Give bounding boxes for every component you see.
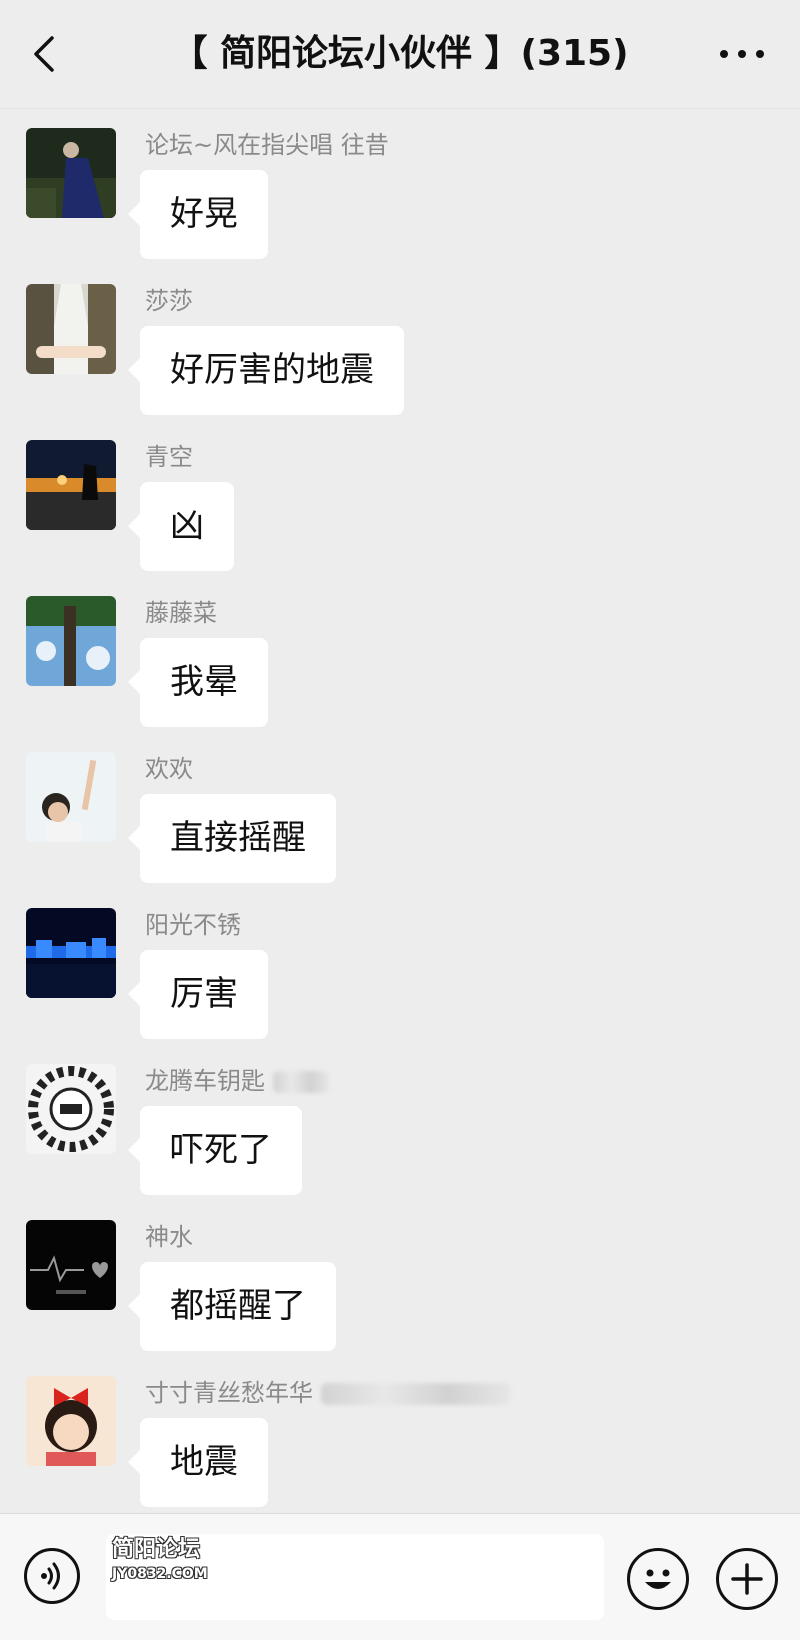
message-item: 阳光不锈 厉害: [0, 888, 800, 1044]
message-bubble[interactable]: 直接摇醒: [128, 794, 336, 883]
message-bubble[interactable]: 都摇醒了: [128, 1262, 336, 1351]
more-button[interactable]: [720, 40, 764, 68]
message-item: 莎莎 好厉害的地震: [0, 264, 800, 420]
avatar[interactable]: [26, 1376, 116, 1466]
sender-name: 莎莎: [145, 287, 193, 315]
message-item: 寸寸青丝愁年华 地震: [0, 1356, 800, 1512]
message-bubble[interactable]: 好厉害的地震: [128, 326, 404, 415]
avatar[interactable]: [26, 284, 116, 374]
sender-name: 论坛~风在指尖唱 往昔: [145, 131, 389, 159]
emoji-icon: [645, 1569, 671, 1589]
message-item: 青空 凶: [0, 420, 800, 576]
message-item: 欢欢 直接摇醒: [0, 732, 800, 888]
message-bubble[interactable]: 吓死了: [128, 1106, 302, 1195]
avatar[interactable]: [26, 752, 116, 842]
more-dots-icon: [720, 50, 728, 58]
input-bar: 简阳论坛 JY0832.COM: [0, 1513, 800, 1640]
message-list[interactable]: 论坛~风在指尖唱 往昔 好晃 莎莎 好厉害的地震 青空 凶 藤藤菜 我晕 欢欢 …: [0, 108, 800, 1513]
sender-name: 阳光不锈: [145, 911, 241, 939]
message-item: 藤藤菜 我晕: [0, 576, 800, 732]
avatar[interactable]: [26, 1064, 116, 1154]
chat-title: 【 简阳论坛小伙伴 】(315): [171, 33, 629, 74]
watermark: 简阳论坛 JY0832.COM: [112, 1537, 208, 1583]
avatar[interactable]: [26, 908, 116, 998]
message-item: 龙腾车钥匙 吓死了: [0, 1044, 800, 1200]
sender-name: 藤藤菜: [145, 599, 217, 627]
avatar[interactable]: [26, 596, 116, 686]
avatar[interactable]: [26, 128, 116, 218]
message-bubble[interactable]: 厉害: [128, 950, 268, 1039]
avatar[interactable]: [26, 1220, 116, 1310]
message-bubble[interactable]: 好晃: [128, 170, 268, 259]
message-input[interactable]: 简阳论坛 JY0832.COM: [106, 1534, 604, 1620]
message-bubble[interactable]: 凶: [128, 482, 234, 571]
message-item: 神水 都摇醒了: [0, 1200, 800, 1356]
avatar[interactable]: [26, 440, 116, 530]
plus-icon: [731, 1563, 763, 1595]
sender-name: 欢欢: [145, 755, 193, 783]
message-item: 论坛~风在指尖唱 往昔 好晃: [0, 108, 800, 264]
chevron-left-icon: [34, 36, 54, 72]
sender-name: 神水: [145, 1223, 193, 1251]
chat-header: 【 简阳论坛小伙伴 】(315): [0, 0, 800, 109]
sender-name: 寸寸青丝愁年华: [145, 1378, 511, 1408]
message-bubble[interactable]: 地震: [128, 1418, 268, 1507]
back-button[interactable]: [26, 32, 66, 76]
sender-name: 青空: [145, 443, 193, 471]
emoji-button[interactable]: [627, 1548, 689, 1610]
message-bubble[interactable]: 我晕: [128, 638, 268, 727]
voice-icon: [41, 1562, 60, 1590]
voice-button[interactable]: [24, 1548, 80, 1604]
sender-name: 龙腾车钥匙: [145, 1066, 329, 1096]
plus-button[interactable]: [716, 1548, 778, 1610]
